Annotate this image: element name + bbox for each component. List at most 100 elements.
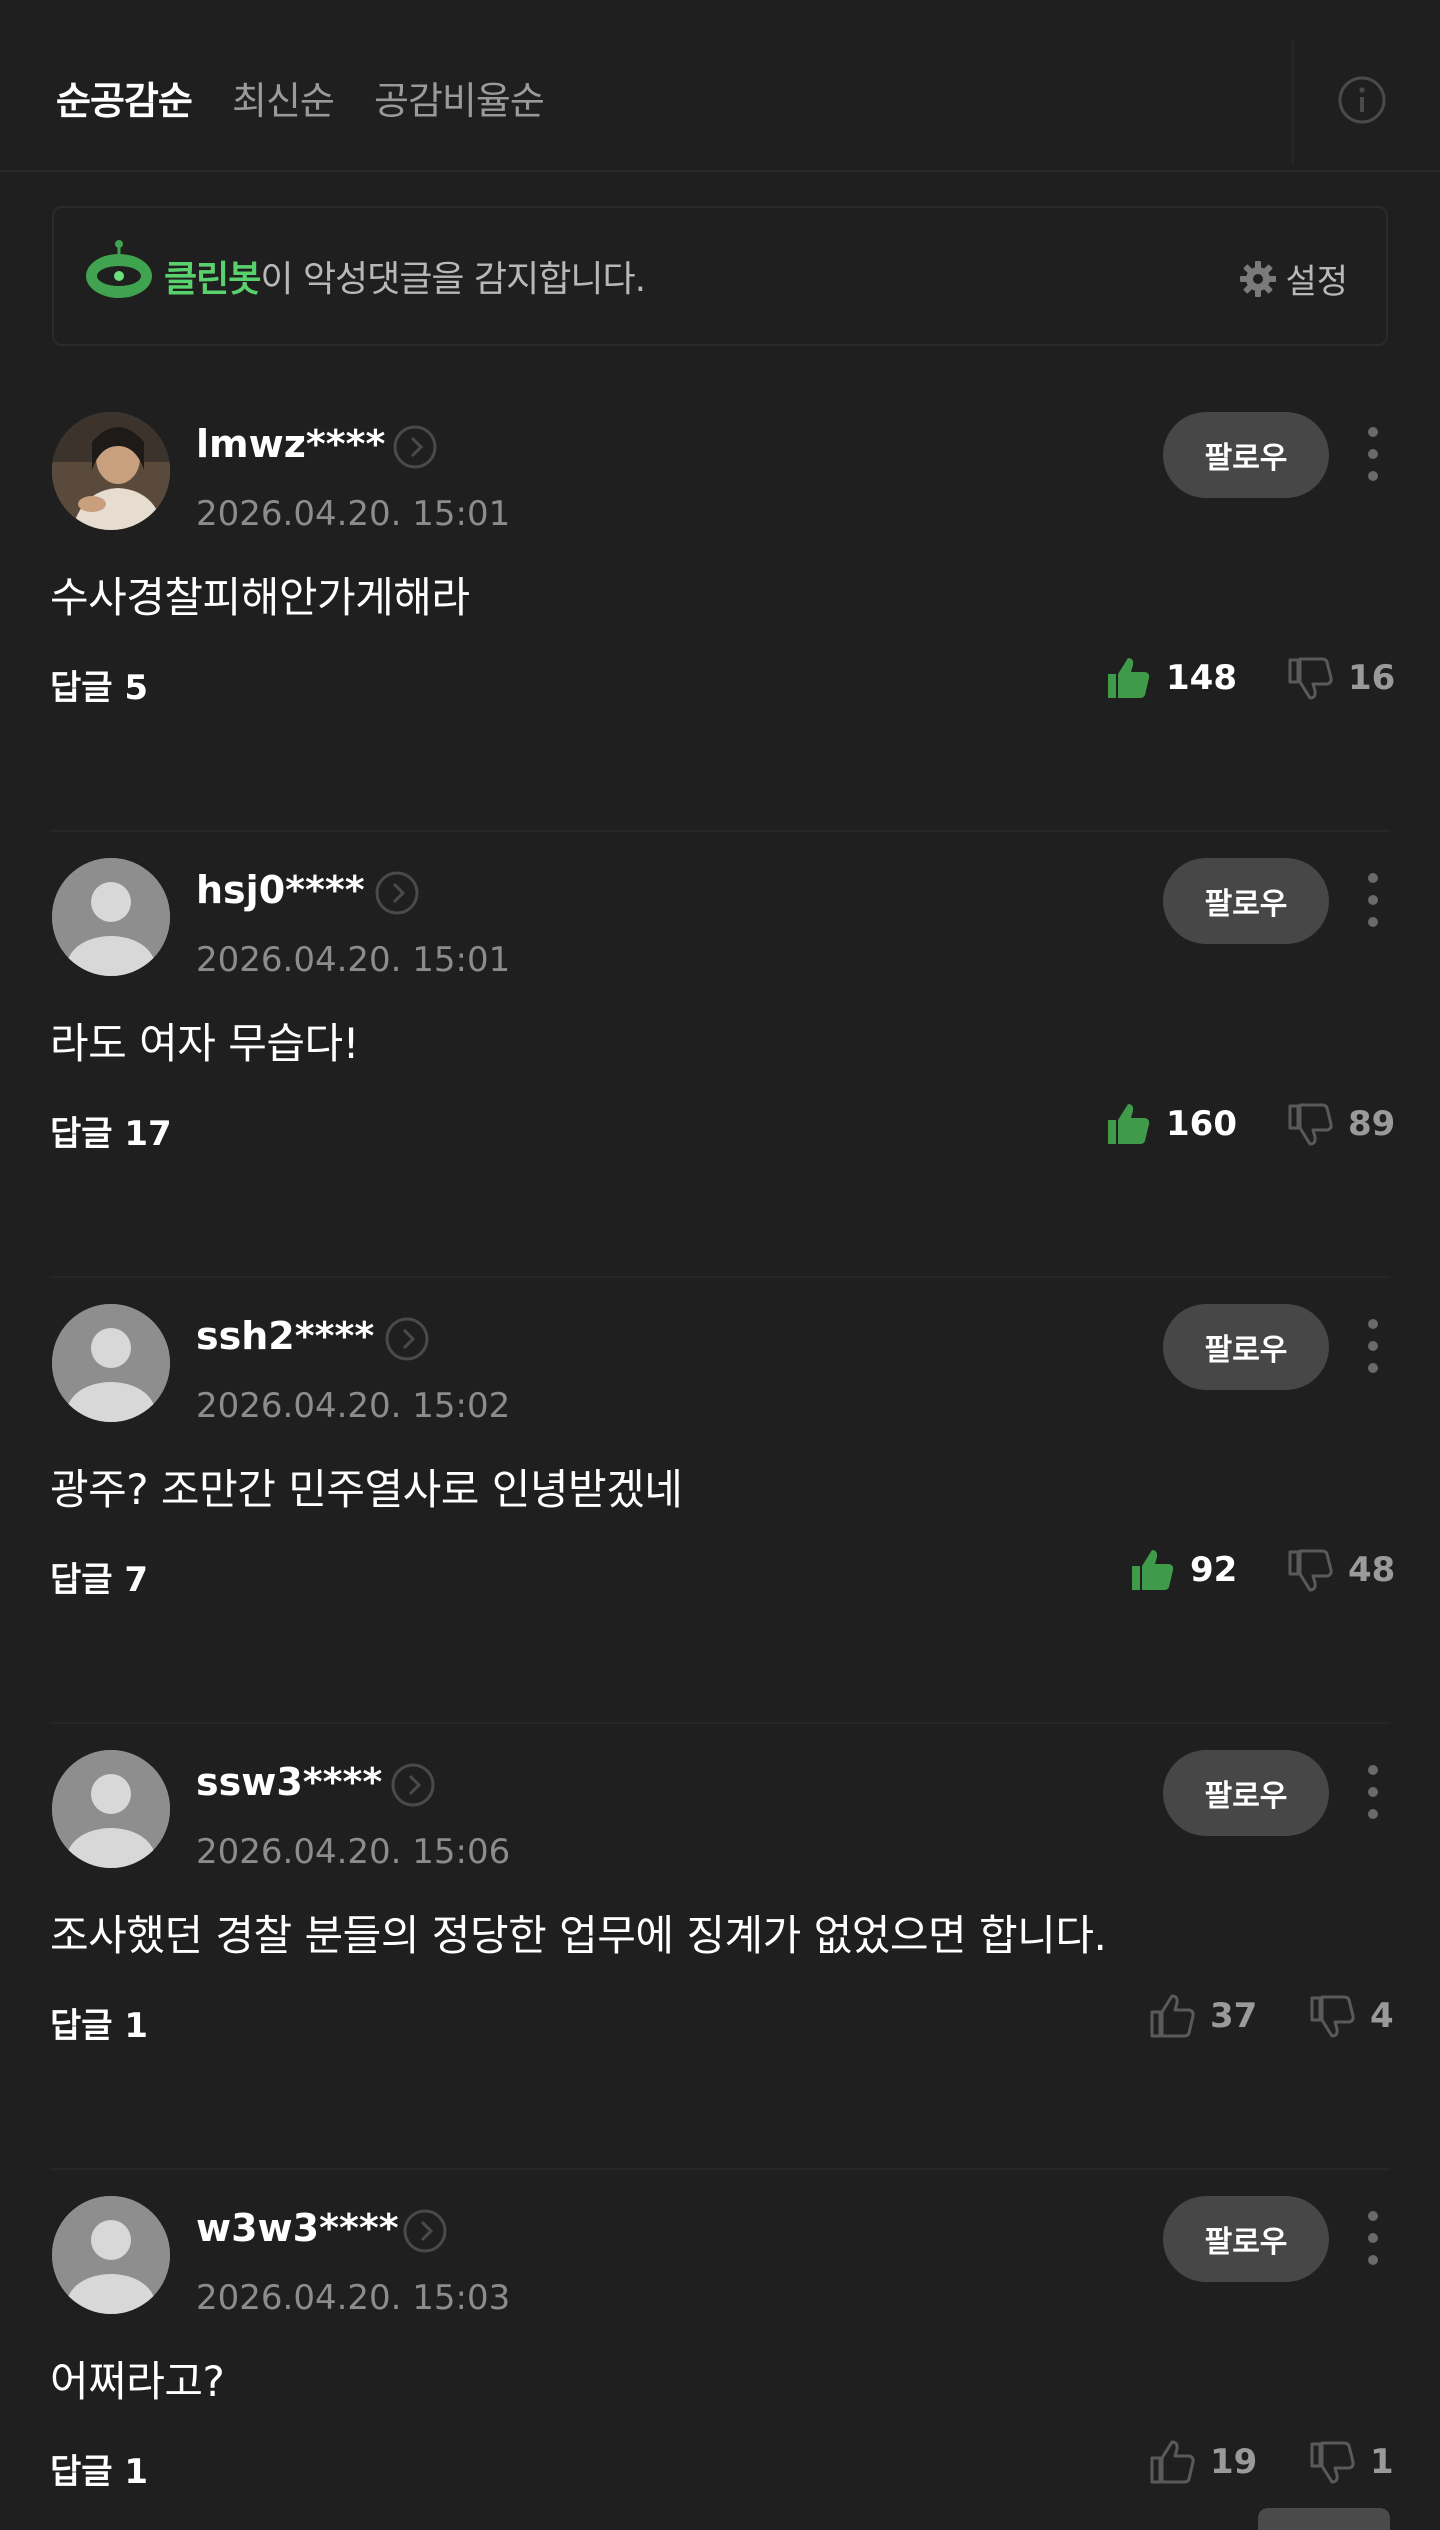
like-button[interactable]: 19 xyxy=(1148,2438,1257,2486)
comment-body: 조사했던 경찰 분들의 정당한 업무에 징계가 없었으면 합니다. xyxy=(50,1911,1107,1960)
follow-button[interactable]: 팔로우 xyxy=(1163,1750,1329,1836)
profile-arrow-icon[interactable] xyxy=(390,1762,436,1808)
comment-timestamp: 2026.04.20. 15:02 xyxy=(196,1386,511,1426)
follow-button[interactable]: 팔로우 xyxy=(1163,1304,1329,1390)
avatar[interactable] xyxy=(52,412,170,530)
gear-icon xyxy=(1240,260,1277,297)
more-icon[interactable] xyxy=(1356,1760,1390,1824)
cleanbot-icon xyxy=(86,240,152,298)
reply-button[interactable]: 답글 1 xyxy=(50,1998,148,2047)
comment-item: lmwz**** 2026.04.20. 15:01 팔로우 수사경찰피해안가게… xyxy=(0,392,1440,838)
like-count: 37 xyxy=(1210,1996,1258,2036)
comment-page: 순공감순 최신순 공감비율순 클린봇이 악성댓글을 감지합니다. 설정 lmwz… xyxy=(0,0,1440,2530)
comment-divider xyxy=(50,1276,1390,1278)
comment-divider xyxy=(50,830,1390,832)
more-icon[interactable] xyxy=(1356,1314,1390,1378)
avatar[interactable] xyxy=(52,1750,170,1868)
comment-timestamp: 2026.04.20. 15:01 xyxy=(196,494,511,534)
cleanbot-message-text: 이 악성댓글을 감지합니다. xyxy=(260,259,646,300)
reply-button[interactable]: 답글 1 xyxy=(50,2444,148,2493)
default-avatar-icon xyxy=(52,2196,170,2314)
like-count: 148 xyxy=(1166,658,1237,698)
dislike-button[interactable]: 48 xyxy=(1286,1546,1395,1594)
dislike-count: 16 xyxy=(1348,658,1396,698)
follow-button[interactable]: 팔로우 xyxy=(1163,2196,1329,2282)
like-count: 19 xyxy=(1210,2442,1258,2482)
avatar-photo xyxy=(52,412,170,530)
comment-timestamp: 2026.04.20. 15:03 xyxy=(196,2278,511,2318)
tab-sort-popular[interactable]: 순공감순 xyxy=(56,70,193,125)
thumbs-up-icon xyxy=(1108,1104,1150,1144)
thumbs-down-icon xyxy=(1288,657,1333,700)
thumbs-down-icon xyxy=(1288,1549,1333,1592)
cleanbot-settings-button[interactable]: 설정 xyxy=(1237,254,1348,303)
reply-button[interactable]: 답글 5 xyxy=(50,660,148,709)
comment-body: 라도 여자 무습다! xyxy=(50,1019,360,1068)
comment-divider xyxy=(50,1722,1390,1724)
dislike-count: 48 xyxy=(1348,1550,1396,1590)
default-avatar-icon xyxy=(52,1304,170,1422)
default-avatar-icon xyxy=(52,858,170,976)
like-button[interactable]: 160 xyxy=(1104,1100,1237,1148)
cleanbot-name: 클린봇 xyxy=(164,259,261,300)
comment-item: w3w3**** 2026.04.20. 15:03 팔로우 어쩌라고? 답글 … xyxy=(0,2168,1440,2530)
thumbs-up-icon xyxy=(1132,1550,1174,1590)
comment-username[interactable]: w3w3**** xyxy=(196,2206,399,2250)
tab-sort-latest[interactable]: 최신순 xyxy=(232,70,335,125)
comment-divider xyxy=(50,2168,1390,2170)
scroll-top-tab[interactable] xyxy=(1258,2508,1390,2530)
dislike-count: 1 xyxy=(1370,2442,1394,2482)
like-count: 160 xyxy=(1166,1104,1237,1144)
comment-item: ssw3**** 2026.04.20. 15:06 팔로우 조사했던 경찰 분… xyxy=(0,1722,1440,2176)
settings-label: 설정 xyxy=(1285,262,1348,302)
follow-button[interactable]: 팔로우 xyxy=(1163,412,1329,498)
like-button[interactable]: 37 xyxy=(1148,1992,1257,2040)
thumbs-down-icon xyxy=(1310,2441,1355,2484)
comment-username[interactable]: ssh2**** xyxy=(196,1314,374,1358)
avatar[interactable] xyxy=(52,858,170,976)
comment-username[interactable]: lmwz**** xyxy=(196,422,385,466)
dislike-button[interactable]: 89 xyxy=(1286,1100,1395,1148)
avatar[interactable] xyxy=(52,2196,170,2314)
default-avatar-icon xyxy=(52,1750,170,1868)
thumbs-up-icon xyxy=(1150,2440,1195,2484)
reply-button[interactable]: 답글 7 xyxy=(50,1552,148,1601)
tab-sort-ratio[interactable]: 공감비율순 xyxy=(374,70,545,125)
comment-username[interactable]: hsj0**** xyxy=(196,868,365,912)
thumbs-up-icon xyxy=(1150,1994,1195,2038)
like-button[interactable]: 92 xyxy=(1128,1546,1237,1594)
comment-item: ssh2**** 2026.04.20. 15:02 팔로우 광주? 조만간 민… xyxy=(0,1276,1440,1730)
reply-button[interactable]: 답글 17 xyxy=(50,1106,172,1155)
comment-username[interactable]: ssw3**** xyxy=(196,1760,382,1804)
follow-button[interactable]: 팔로우 xyxy=(1163,858,1329,944)
comment-timestamp: 2026.04.20. 15:01 xyxy=(196,940,511,980)
comment-body: 수사경찰피해안가게해라 xyxy=(50,573,470,622)
avatar[interactable] xyxy=(52,1304,170,1422)
cleanbot-banner: 클린봇이 악성댓글을 감지합니다. 설정 xyxy=(52,206,1388,346)
thumbs-up-icon xyxy=(1108,658,1150,698)
dislike-button[interactable]: 4 xyxy=(1308,1992,1394,2040)
dislike-button[interactable]: 16 xyxy=(1286,654,1395,702)
tab-divider xyxy=(1292,40,1294,164)
comment-item: hsj0**** 2026.04.20. 15:01 팔로우 라도 여자 무습다… xyxy=(0,830,1440,1284)
info-icon[interactable] xyxy=(1336,74,1388,126)
comment-body: 광주? 조만간 민주열사로 인녕받겠네 xyxy=(50,1465,683,1514)
comment-timestamp: 2026.04.20. 15:06 xyxy=(196,1832,511,1872)
profile-arrow-icon[interactable] xyxy=(384,1316,430,1362)
profile-arrow-icon[interactable] xyxy=(374,870,420,916)
like-count: 92 xyxy=(1190,1550,1238,1590)
more-icon[interactable] xyxy=(1356,868,1390,932)
more-icon[interactable] xyxy=(1356,422,1390,486)
dislike-button[interactable]: 1 xyxy=(1308,2438,1394,2486)
dislike-count: 89 xyxy=(1348,1104,1396,1144)
thumbs-down-icon xyxy=(1310,1995,1355,2038)
more-icon[interactable] xyxy=(1356,2206,1390,2270)
dislike-count: 4 xyxy=(1370,1996,1394,2036)
thumbs-down-icon xyxy=(1288,1103,1333,1146)
comment-body: 어쩌라고? xyxy=(50,2357,225,2406)
cleanbot-message: 클린봇이 악성댓글을 감지합니다. xyxy=(164,250,646,302)
profile-arrow-icon[interactable] xyxy=(402,2208,448,2254)
sort-bar: 순공감순 최신순 공감비율순 xyxy=(0,0,1440,172)
profile-arrow-icon[interactable] xyxy=(392,424,438,470)
like-button[interactable]: 148 xyxy=(1104,654,1237,702)
